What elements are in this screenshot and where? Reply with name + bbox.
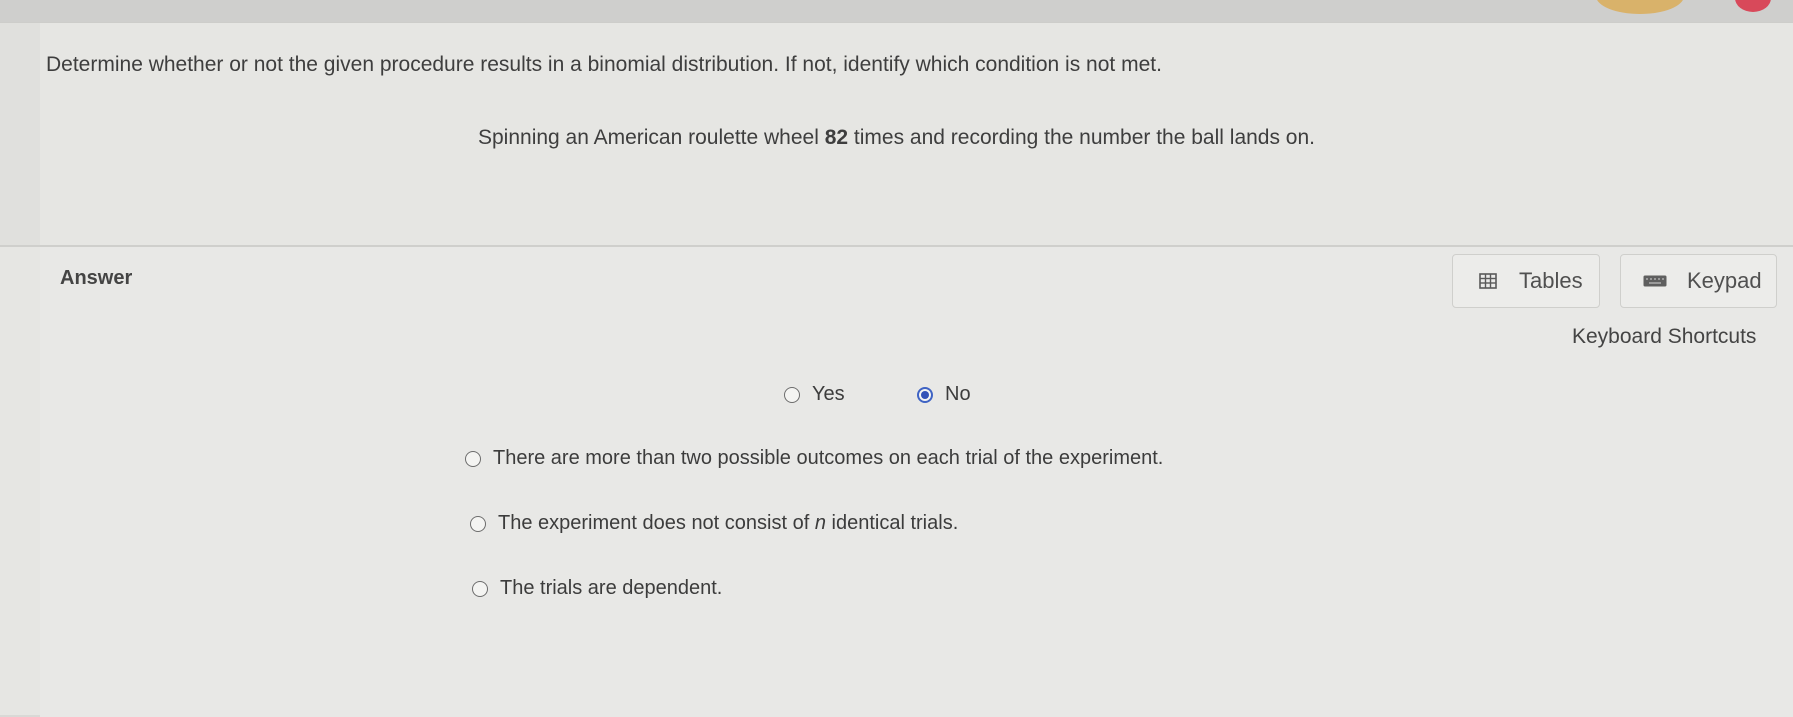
browser-top-strip: [0, 0, 1793, 22]
radio-condition-identical-trials[interactable]: [470, 515, 486, 532]
condition-identical-trials-text-start: The experiment does not consist of: [498, 512, 815, 534]
scenario-text-end: times and recording the number the ball …: [848, 126, 1316, 149]
question-prompt: Determine whether or not the given proce…: [46, 53, 1162, 76]
tables-label: Tables: [1519, 268, 1583, 293]
question-scenario: Spinning an American roulette wheel 82 t…: [0, 126, 1793, 150]
scenario-number: 82: [824, 126, 849, 149]
radio-no[interactable]: [917, 386, 933, 403]
radio-condition-dependent[interactable]: [472, 580, 488, 597]
option-yes[interactable]: Yes: [784, 383, 845, 406]
condition-outcomes-label: There are more than two possible outcome…: [493, 447, 1164, 469]
condition-option-dependent[interactable]: The trials are dependent.: [472, 577, 722, 600]
keyboard-shortcuts-link[interactable]: Keyboard Shortcuts: [1572, 325, 1756, 349]
answer-area: Answer Tables Keypad Keyboard Shortcuts …: [40, 247, 1793, 717]
option-no-label: No: [945, 383, 971, 405]
condition-identical-trials-label: The experiment does not consist of n ide…: [498, 512, 958, 535]
keypad-button[interactable]: Keypad: [1620, 254, 1777, 308]
tables-button[interactable]: Tables: [1452, 254, 1600, 308]
option-no[interactable]: No: [917, 383, 971, 406]
question-area: Determine whether or not the given proce…: [0, 23, 1793, 247]
condition-identical-trials-text-end: identical trials.: [825, 512, 959, 534]
condition-dependent-label: The trials are dependent.: [500, 577, 723, 599]
question-panel: Determine whether or not the given proce…: [0, 22, 1793, 717]
condition-option-outcomes[interactable]: There are more than two possible outcome…: [465, 447, 1163, 470]
keypad-label: Keypad: [1687, 268, 1762, 293]
variable-n: n: [814, 512, 826, 534]
table-icon: [1479, 273, 1497, 289]
keyboard-icon: [1643, 275, 1667, 287]
radio-condition-outcomes[interactable]: [465, 450, 481, 467]
scenario-text-start: Spinning an American roulette wheel: [477, 126, 825, 149]
radio-yes[interactable]: [784, 386, 800, 403]
option-yes-label: Yes: [812, 383, 845, 405]
condition-option-identical-trials[interactable]: The experiment does not consist of n ide…: [470, 512, 958, 535]
answer-label: Answer: [60, 267, 133, 289]
